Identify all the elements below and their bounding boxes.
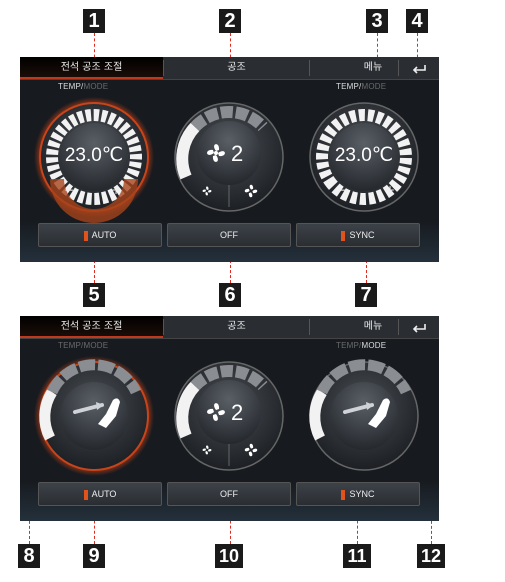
auto-button[interactable]: AUTO bbox=[38, 223, 162, 247]
fan-dial[interactable] bbox=[174, 361, 284, 471]
left-temp-value: 23.0℃ bbox=[64, 145, 124, 166]
fan-low-icon[interactable] bbox=[202, 186, 212, 196]
callout-12: 12 bbox=[417, 544, 445, 568]
callout-9: 9 bbox=[83, 544, 105, 568]
callout-11: 11 bbox=[343, 544, 371, 568]
callout-5: 5 bbox=[83, 283, 105, 307]
sync-button[interactable]: SYNC bbox=[296, 482, 420, 506]
sync-button[interactable]: SYNC bbox=[296, 223, 420, 247]
sync-indicator bbox=[341, 230, 346, 241]
sync-label: SYNC bbox=[349, 230, 375, 240]
off-button[interactable]: OFF bbox=[167, 482, 291, 506]
left-temp-up-button[interactable]: + bbox=[111, 183, 121, 197]
right-mode-dial[interactable] bbox=[309, 359, 419, 471]
callout-1: 1 bbox=[83, 9, 105, 33]
right-temp-value: 23.0℃ bbox=[334, 145, 394, 166]
left-mode-dial[interactable] bbox=[34, 356, 154, 476]
auto-button[interactable]: AUTO bbox=[38, 482, 162, 506]
climate-screen-temp: 전석 공조 조절 공조 메뉴 TEMP/MODE TEMP/MODE 23.0℃… bbox=[20, 57, 439, 262]
fan-speed-value: 2 bbox=[231, 400, 244, 425]
dial-face bbox=[60, 382, 128, 450]
callout-2: 2 bbox=[219, 9, 241, 33]
off-button[interactable]: OFF bbox=[167, 223, 291, 247]
callout-10: 10 bbox=[215, 544, 243, 568]
climate-screen-mode: 전석 공조 조절 공조 메뉴 TEMP/MODE TEMP/MODE 2 AUT… bbox=[20, 316, 439, 521]
auto-label: AUTO bbox=[91, 230, 117, 240]
left-temp-down-button[interactable]: − bbox=[64, 183, 74, 197]
off-label: OFF bbox=[220, 230, 238, 240]
dial-face bbox=[330, 382, 398, 450]
right-temp-up-button[interactable]: + bbox=[385, 183, 395, 197]
callout-8: 8 bbox=[18, 544, 40, 568]
off-label: OFF bbox=[220, 489, 238, 499]
sync-label: SYNC bbox=[349, 489, 375, 499]
callout-6: 6 bbox=[219, 283, 241, 307]
callout-4: 4 bbox=[406, 9, 428, 33]
auto-label: AUTO bbox=[91, 489, 117, 499]
callout-3: 3 bbox=[366, 9, 388, 33]
right-temp-down-button[interactable]: − bbox=[338, 183, 348, 197]
auto-indicator bbox=[83, 230, 88, 241]
dial-face bbox=[197, 380, 261, 444]
fan-high-icon[interactable] bbox=[244, 184, 258, 198]
sync-indicator bbox=[341, 489, 346, 500]
fan-speed-value: 2 bbox=[231, 141, 244, 166]
auto-indicator bbox=[83, 489, 88, 500]
fan-icon bbox=[207, 144, 225, 162]
callout-7: 7 bbox=[355, 283, 377, 307]
